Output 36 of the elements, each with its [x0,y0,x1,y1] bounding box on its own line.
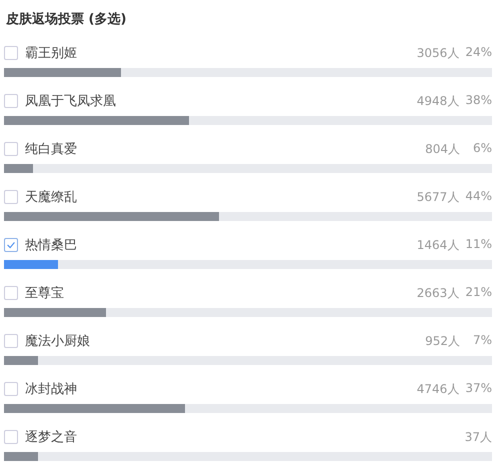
vote-percent: 6% [472,140,492,156]
vote-percent: 7% [472,332,492,348]
checkbox[interactable] [4,142,18,156]
vote-percent: 24% [465,44,492,60]
option-label: 纯白真爱 [25,141,77,158]
vote-count: 5677人 [416,188,460,206]
option-label: 热情桑巴 [25,237,77,254]
checkbox[interactable] [4,286,18,300]
vote-count: 4746人 [416,380,460,398]
option-label: 霸王别姬 [25,45,77,62]
checkbox[interactable] [4,334,18,348]
option-label: 冰封战神 [25,381,77,398]
vote-count: 4948人 [416,92,460,110]
option-label: 至尊宝 [25,285,64,302]
checkbox[interactable] [4,238,18,252]
option-label: 逐梦之音 [25,429,77,446]
checkbox[interactable] [4,46,18,60]
vote-count: 37人 [464,428,492,446]
option-label: 魔法小厨娘 [25,333,90,350]
vote-percent: 44% [465,188,492,204]
vote-percent: 37% [465,380,492,396]
checkbox[interactable] [4,430,18,444]
option-label: 天魔缭乱 [25,189,77,206]
vote-count: 804人 [425,140,460,158]
vote-count: 952人 [425,332,460,350]
checkbox[interactable] [4,382,18,396]
vote-count: 2663人 [416,284,460,302]
checkbox[interactable] [4,94,18,108]
poll-title: 皮肤返场投票 (多选) [6,10,128,28]
vote-percent: 11% [465,236,492,252]
checkbox[interactable] [4,190,18,204]
vote-count: 3056人 [416,44,460,62]
vote-percent: 38% [465,92,492,108]
option-label: 凤凰于飞凤求凰 [25,93,116,110]
vote-count: 1464人 [416,236,460,254]
vote-percent: 21% [465,284,492,300]
